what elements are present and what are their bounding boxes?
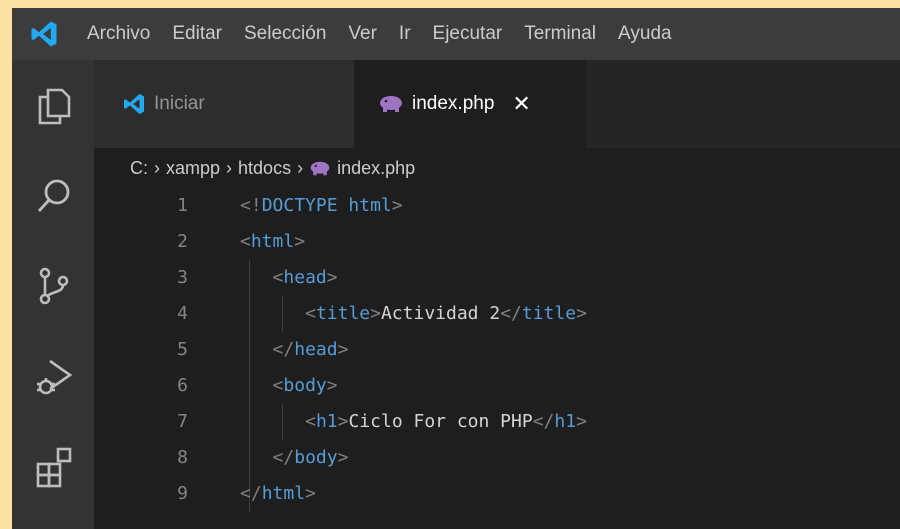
menu-seleccion[interactable]: Selección [233,23,337,45]
code-line[interactable]: 8 </body> [94,440,900,476]
code-line[interactable]: 9 </html> [94,476,900,512]
code-token: > [326,375,338,396]
code-text: <body> [273,368,338,404]
line-number: 4 [177,303,188,324]
code-token: > [305,483,316,504]
breadcrumb-drive[interactable]: C: [130,158,148,179]
breadcrumb-separator: › [154,157,160,178]
code-text: <h1>Ciclo For con PHP</h1> [305,404,587,440]
menu-archivo[interactable]: Archivo [76,23,161,45]
code-token: body [294,447,338,468]
search-icon[interactable] [32,174,76,218]
code-text: </html> [240,476,316,512]
line-number: 6 [177,375,188,396]
breadcrumb-separator: › [226,157,233,178]
code-token: </ [272,339,295,360]
code-token: > [337,339,349,360]
code-token: </ [272,447,295,468]
code-token: > [337,447,349,468]
menu-ayuda[interactable]: Ayuda [607,23,683,45]
code-token: < [240,231,251,252]
code-token: title [315,303,371,324]
code-token: Actividad 2 [380,303,501,324]
code-token: head [283,267,327,288]
code-line[interactable]: 7 <h1>Ciclo For con PHP</h1> [94,404,900,440]
breadcrumb-folder-xampp[interactable]: xampp [166,158,220,179]
code-token: h1 [315,411,338,432]
code-token: head [294,339,338,360]
php-elephant-icon [378,94,404,114]
line-number: 8 [177,447,188,468]
code-line[interactable]: 3 <head> [94,260,900,296]
code-token: html [261,483,306,504]
code-line[interactable]: 5 </head> [94,332,900,368]
code-token: > [294,231,306,252]
code-token: title [521,303,577,324]
menu-bar: Archivo Editar Selección Ver Ir Ejecutar… [12,8,900,60]
activity-bar [12,60,94,529]
close-icon[interactable]: ✕ [512,91,530,117]
code-token: </ [500,303,522,324]
code-line[interactable]: 6 <body> [94,368,900,404]
breadcrumb-separator: › [297,157,304,178]
tab-iniciar[interactable]: Iniciar [94,60,354,148]
code-text: <!DOCTYPE html> [240,188,403,224]
code-token: < [305,411,316,432]
menu-ver[interactable]: Ver [337,23,388,45]
line-number: 9 [177,483,188,504]
line-number: 5 [177,339,188,360]
extensions-icon[interactable] [32,444,76,488]
code-token: html [250,231,295,252]
code-token: < [272,267,284,288]
code-token: < [272,375,284,396]
code-token: body [283,375,327,396]
code-token: DOCTYPE [261,195,349,216]
code-token: > [337,411,349,432]
tab-index-php[interactable]: index.php ✕ [354,60,586,148]
tab-label: Iniciar [154,93,205,114]
code-text: </body> [273,440,349,476]
code-line[interactable]: 2 <html> [94,224,900,260]
code-token: Ciclo For con PHP [348,411,533,432]
code-token: </ [240,483,262,504]
tab-label: index.php [412,93,495,114]
code-token: </ [532,411,555,432]
code-token: <! [240,195,262,216]
code-line[interactable]: 4 <title>Actividad 2</title> [94,296,900,332]
code-editor[interactable]: 1 <!DOCTYPE html> 2 <html> 3 <head> 4 <title>Ac… [94,188,900,529]
php-elephant-icon [309,160,331,177]
vscode-logo-icon [12,8,76,60]
code-text: <html> [240,224,305,260]
run-debug-icon[interactable] [32,354,76,398]
source-control-icon[interactable] [32,264,76,308]
menu-ir[interactable]: Ir [388,23,422,45]
code-token: html [348,195,392,216]
code-line[interactable]: 1 <!DOCTYPE html> [94,188,900,224]
code-token: > [326,267,338,288]
explorer-icon[interactable] [32,84,76,128]
breadcrumb-file[interactable]: index.php [337,158,415,179]
line-number: 7 [177,411,188,432]
code-text: <head> [273,260,338,296]
vscode-window: Archivo Editar Selección Ver Ir Ejecutar… [12,8,900,529]
code-text: </head> [273,332,349,368]
code-token: > [391,195,403,216]
code-token: < [305,303,316,324]
breadcrumb-folder-htdocs[interactable]: htdocs [238,158,291,179]
menu-editar[interactable]: Editar [161,23,233,45]
vscode-logo-icon [122,92,146,116]
menu-terminal[interactable]: Terminal [513,23,607,45]
code-text: <title>Actividad 2</title> [305,296,587,332]
code-token: h1 [554,411,577,432]
menu-ejecutar[interactable]: Ejecutar [422,23,514,45]
line-number: 3 [177,267,188,288]
editor-tabs: Iniciar index.php ✕ [94,60,900,148]
line-number: 1 [177,195,188,216]
code-token: > [576,303,587,324]
line-number: 2 [177,231,188,252]
code-token: > [576,411,587,432]
breadcrumb: C: › xampp › htdocs › index.php [130,148,415,188]
code-token: > [370,303,381,324]
